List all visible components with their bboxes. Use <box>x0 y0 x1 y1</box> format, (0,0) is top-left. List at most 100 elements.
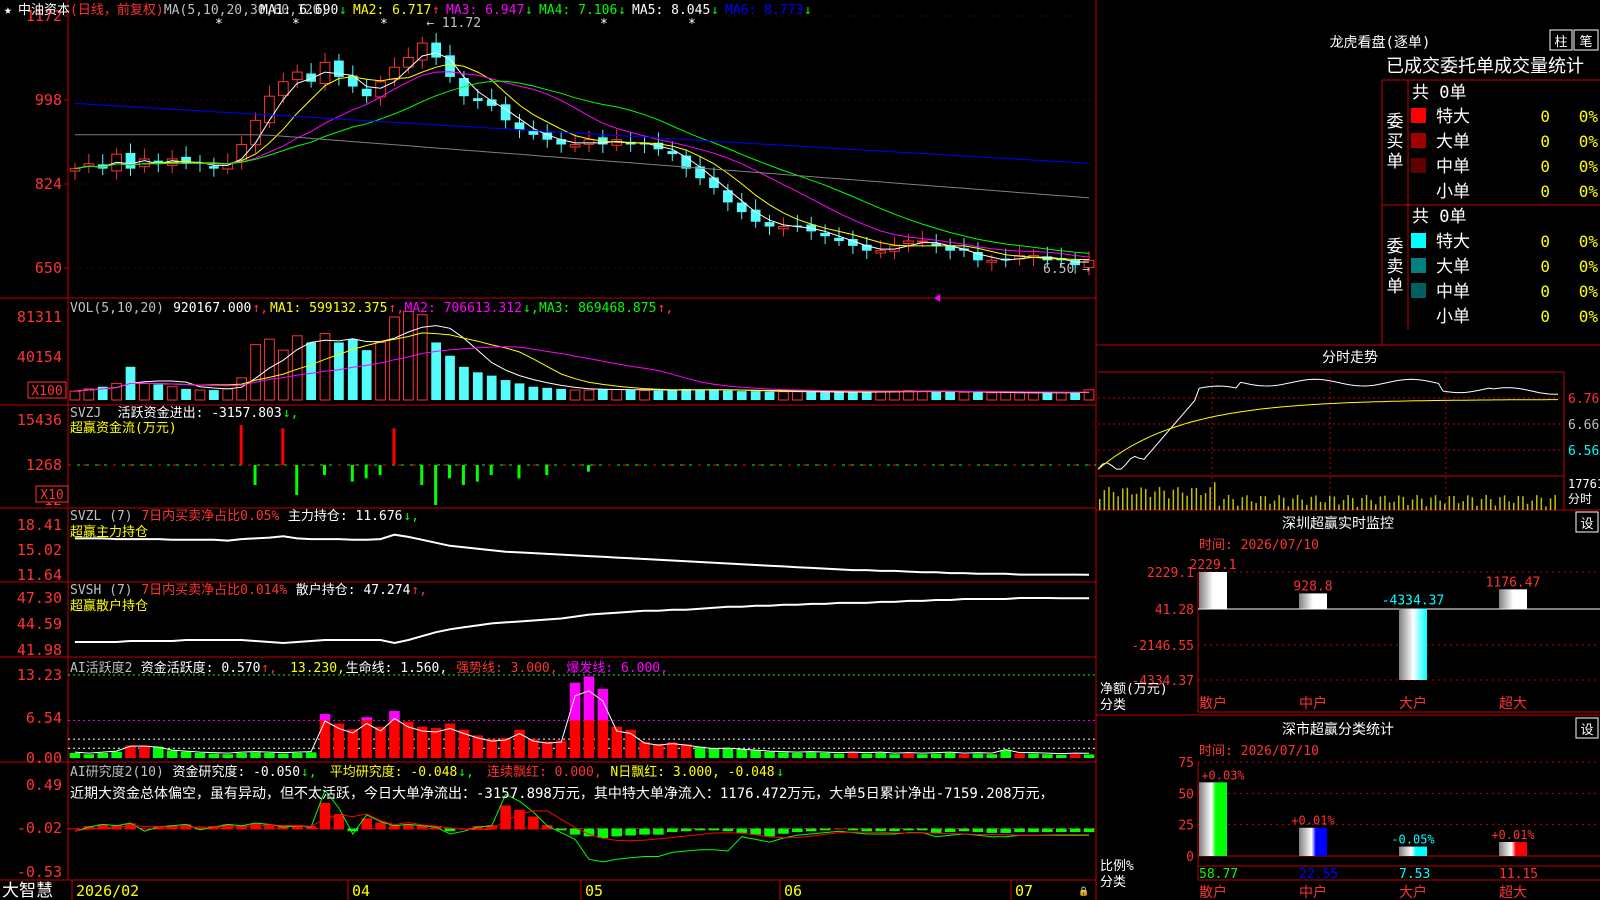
order-size-swatch <box>1411 283 1426 298</box>
fund-flow-bar <box>323 465 326 475</box>
intraday-vol-bar <box>1480 498 1483 510</box>
stats-change-label: +0.03% <box>1201 768 1245 782</box>
intraday-vol-bar <box>1269 503 1271 510</box>
volume-bar <box>653 390 664 400</box>
activity-bar <box>569 682 581 721</box>
volume-bar <box>389 316 400 401</box>
ma-value-1: MA1: 6.690 <box>260 3 338 18</box>
order-count: 0 <box>1540 157 1550 176</box>
svzl-pct: 7日内买卖净占比0.05% <box>141 508 279 524</box>
activity-bar <box>569 720 581 758</box>
fund-flow-bar <box>517 465 521 479</box>
stats-category: 大户 <box>1399 884 1427 900</box>
signal-star-mark: * <box>292 17 300 32</box>
trend-arrow: ↑, <box>658 301 674 316</box>
ai2-title: AI研究度2(10) <box>70 764 164 780</box>
y-tick-label: 15.02 <box>17 541 62 559</box>
volume-bar <box>514 383 525 400</box>
stock-chart[interactable]: 1172998824650★ 中油资本 (日线，前复权) MA(5,10,20,30… <box>0 0 1600 900</box>
candle-body <box>306 73 316 82</box>
ma-value-6: MA6: 8.773 <box>725 3 803 18</box>
x-axis-label: 07 <box>1015 882 1033 900</box>
monitor-bar-value: 1176.47 <box>1486 575 1541 590</box>
research-bar <box>1083 828 1095 833</box>
order-pct: 0% <box>1579 132 1599 151</box>
intraday-vol-bar <box>1439 500 1441 510</box>
volume-bar <box>611 388 623 401</box>
activity-bar <box>778 752 789 758</box>
tick-mode-label: 笔 <box>1579 34 1592 50</box>
buy-side-label: 委 <box>1387 112 1404 132</box>
candle-body <box>222 163 234 170</box>
y-tick-label: 824 <box>35 175 62 193</box>
volume-bar <box>736 391 747 400</box>
intraday-vol-bar <box>1365 495 1368 510</box>
intraday-avg-line <box>1097 399 1558 470</box>
volume-bar <box>709 390 719 400</box>
intraday-vol-bar <box>1338 504 1340 510</box>
order-size-label: 特大 <box>1436 232 1470 252</box>
intraday-vol-bar <box>1149 497 1152 510</box>
intraday-vol-bar <box>1163 490 1165 510</box>
intraday-vol-unit: 分时 <box>1568 492 1592 506</box>
life-line-label: 生命线: 1.560, <box>346 660 448 676</box>
volume-bar <box>1042 392 1053 400</box>
intraday-vol-bar <box>1181 492 1184 510</box>
volume-bar <box>264 338 275 401</box>
intraday-vol-bar <box>1264 496 1267 510</box>
intraday-vol-bar <box>1140 487 1142 510</box>
fund-flow-bar <box>475 465 479 482</box>
activity-bar <box>166 750 178 758</box>
monitor-bar <box>1499 589 1527 609</box>
intraday-vol-bar <box>1172 489 1175 510</box>
intraday-vol-bar <box>1177 487 1179 510</box>
monitor-category: 散户 <box>1199 695 1227 712</box>
ai1-value2: 13.230, <box>290 661 345 676</box>
volume-bar <box>194 389 206 401</box>
volume-bar <box>209 390 219 400</box>
activity-bar <box>1055 754 1067 758</box>
ai2-avg: 平均研究度: -0.048 <box>330 764 458 780</box>
activity-bar <box>1000 749 1011 758</box>
research-bar <box>653 828 664 835</box>
trend-arrow: ↓, <box>283 406 299 421</box>
activity-bar <box>389 720 400 758</box>
stats-category: 散户 <box>1199 884 1227 900</box>
volume-bar <box>569 389 581 401</box>
volume-bar <box>791 391 803 401</box>
activity-bar <box>83 754 95 758</box>
activity-bar <box>291 752 303 758</box>
settings-label: 设 <box>1580 517 1593 532</box>
activity-bar <box>1083 754 1095 758</box>
monitor-category: 中户 <box>1299 695 1327 712</box>
stats-title: 深市超赢分类统计 <box>1282 721 1394 738</box>
activity-bar <box>278 753 289 758</box>
candle-body <box>916 240 928 243</box>
trend-arrow: ↑, <box>261 661 277 676</box>
ma-value-4: MA4: 7.106 <box>539 3 617 18</box>
research-bar <box>375 822 386 830</box>
period-label: (日线，前复权) <box>70 2 164 18</box>
activity-bar <box>97 752 109 758</box>
svzl-title: SVZL (7) <box>70 509 133 524</box>
candle-body <box>528 131 539 135</box>
activity-bar <box>583 676 595 721</box>
star-icon: ★ <box>4 3 12 18</box>
intraday-vol-bar <box>1342 500 1345 510</box>
activity-bar <box>694 746 706 758</box>
activity-bar <box>833 753 845 758</box>
intraday-vol-bar <box>1448 496 1451 510</box>
ai2-description: 近期大资金总体偏空，虽有异动，但不太活跃，今日大单净流出：-3157.898万元… <box>70 786 1054 802</box>
intraday-vol-bar <box>1384 495 1386 510</box>
volume-bar <box>69 390 81 401</box>
vol-title: VOL(5,10,20) <box>70 301 164 316</box>
strong-line-label: 强势线: 3.000, <box>456 660 558 676</box>
candle-body <box>834 237 844 242</box>
activity-bar <box>597 688 609 721</box>
fund-flow-bar <box>586 465 590 472</box>
intraday-vol-bar <box>1411 499 1414 510</box>
volume-bar <box>1028 392 1039 401</box>
activity-bar <box>736 749 748 758</box>
activity-bar <box>805 752 817 758</box>
volume-bar <box>834 392 844 400</box>
